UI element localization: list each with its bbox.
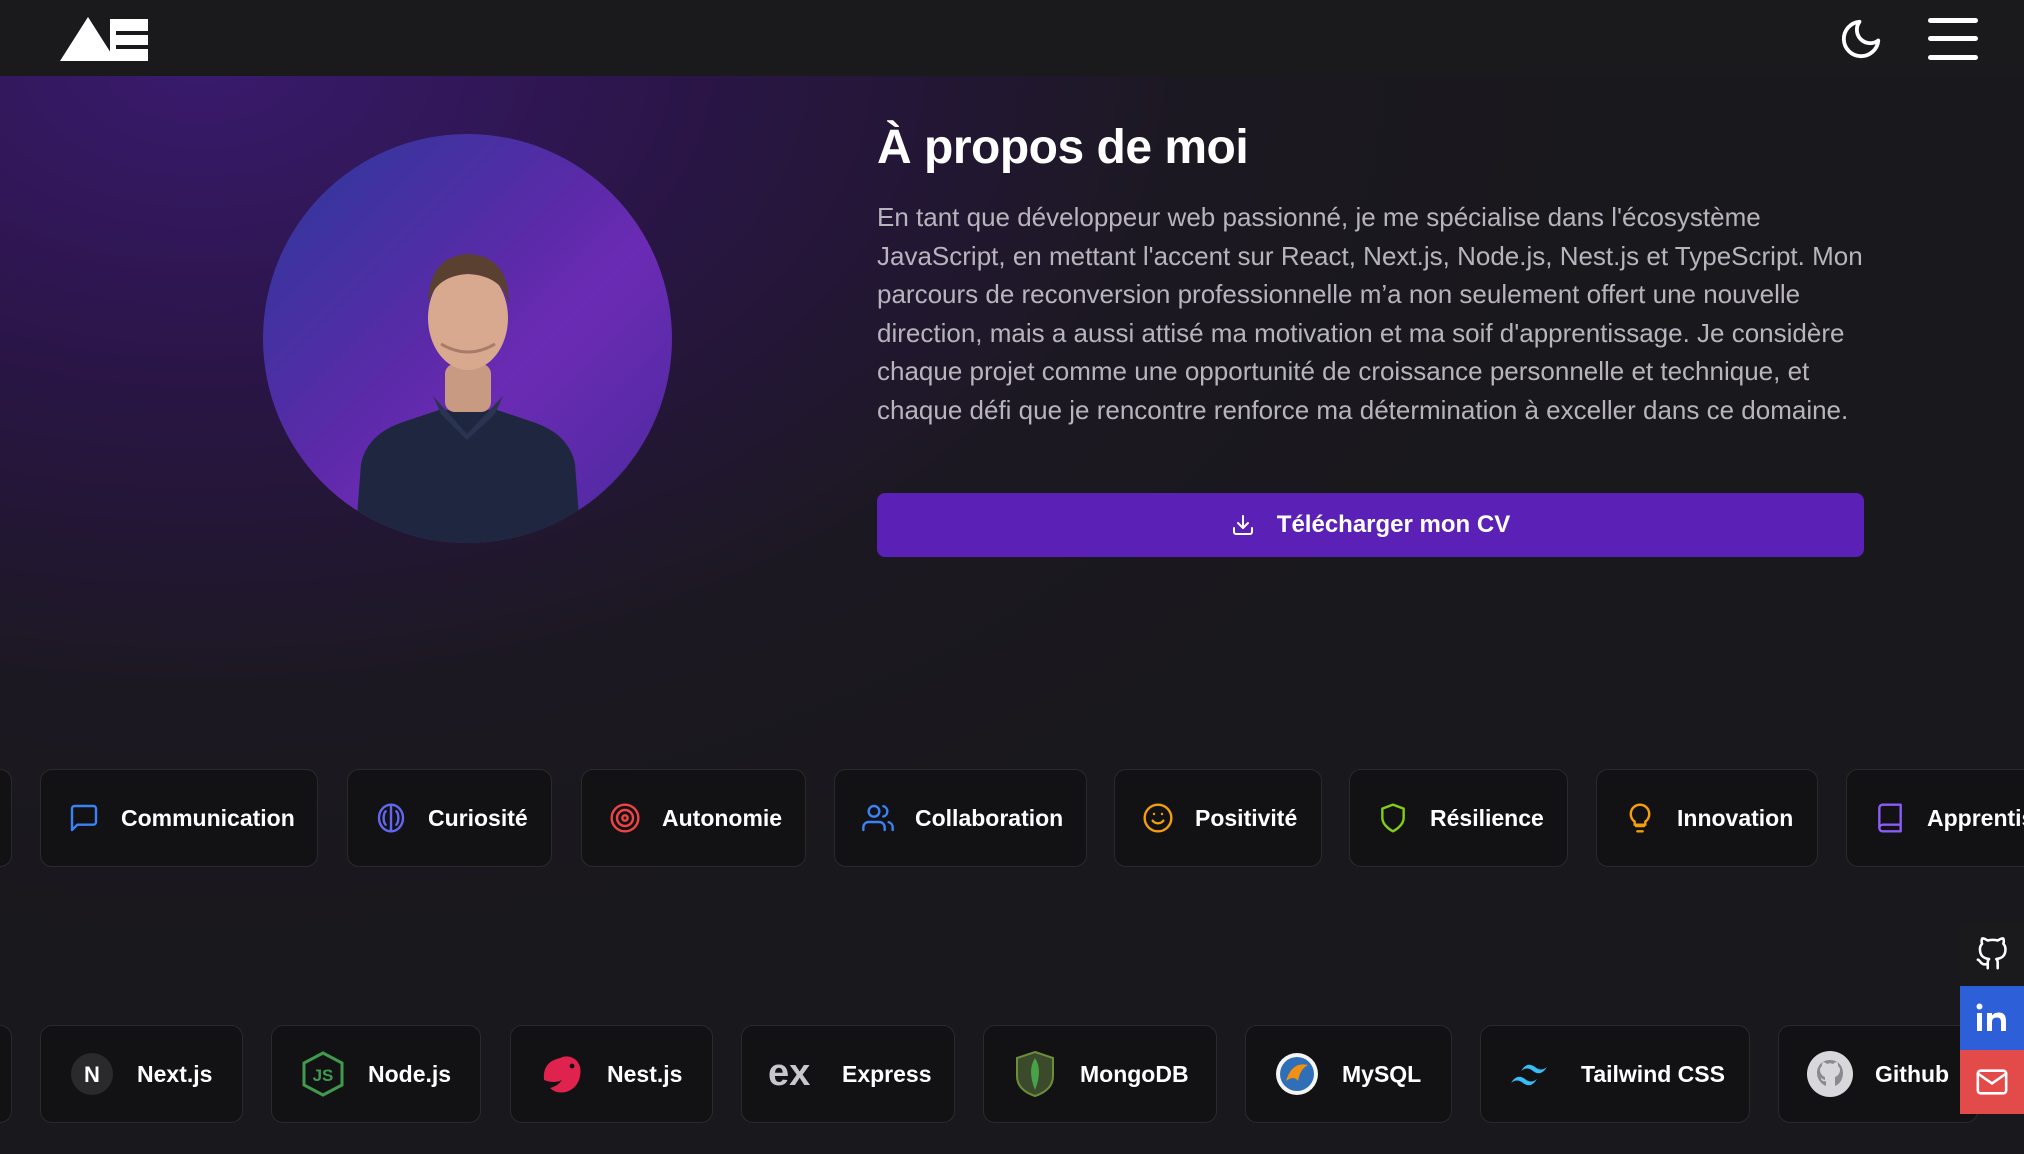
tech-label: Next.js [137, 1060, 213, 1087]
svg-text:N: N [84, 1062, 100, 1087]
tech-label: Node.js [368, 1060, 452, 1087]
social-linkedin-link[interactable] [1960, 986, 2024, 1050]
moon-icon[interactable] [1838, 16, 1884, 62]
skill-label: Collaboration [915, 804, 1064, 831]
tech-card-nodejs: JS Node.js [271, 1025, 481, 1123]
skill-card-autonomie: Autonomie [581, 769, 806, 867]
about-paragraph: En tant que développeur web passionné, j… [877, 202, 1863, 425]
shield-icon [1376, 801, 1410, 835]
tech-card-nestjs: Nest.js [510, 1025, 713, 1123]
skill-card-innovation: Innovation [1596, 769, 1818, 867]
ae-logo-icon[interactable] [60, 17, 150, 61]
tech-label: MySQL [1342, 1060, 1422, 1087]
nestjs-icon [537, 1049, 587, 1099]
message-square-icon [67, 801, 101, 835]
tech-stack-marquee: N Next.js JS Node.js Nest.js ex Express … [0, 1025, 2024, 1125]
tech-card-express: ex Express [741, 1025, 955, 1123]
skill-label: Apprentissage [1927, 804, 2024, 831]
download-cv-button[interactable]: Télécharger mon CV [877, 493, 1864, 557]
soft-skills-marquee: Communication Curiosité Autonomie Collab… [0, 769, 2024, 869]
skill-card-apprentissage: Apprentissage [1846, 769, 2024, 867]
social-github-link[interactable] [1960, 922, 2024, 986]
tech-card-partial-left [0, 1025, 12, 1123]
mongodb-icon [1010, 1049, 1060, 1099]
skill-card-positivite: Positivité [1114, 769, 1322, 867]
skill-card-partial-left [0, 769, 12, 867]
tech-label: Nest.js [607, 1060, 683, 1087]
smile-icon [1141, 801, 1175, 835]
tech-label: Express [842, 1060, 932, 1087]
linkedin-icon [1976, 1003, 2006, 1031]
book-icon [1873, 801, 1907, 835]
mail-icon [1976, 1069, 2008, 1095]
users-icon [861, 801, 895, 835]
skill-label: Communication [121, 804, 295, 831]
github-icon [1805, 1049, 1855, 1099]
tech-card-mongodb: MongoDB [983, 1025, 1217, 1123]
svg-text:JS: JS [313, 1066, 334, 1085]
tech-label: Github [1875, 1060, 1950, 1087]
lightbulb-icon [1623, 801, 1657, 835]
tech-card-tailwind: Tailwind CSS [1480, 1025, 1750, 1123]
hamburger-menu-icon[interactable] [1928, 18, 1978, 60]
github-icon [1976, 937, 2007, 970]
brain-icon [374, 801, 408, 835]
target-icon [608, 801, 642, 835]
nodejs-icon: JS [298, 1049, 348, 1099]
about-title: À propos de moi [877, 121, 1249, 174]
skill-card-resilience: Résilience [1349, 769, 1568, 867]
tech-label: MongoDB [1080, 1060, 1189, 1087]
skill-card-curiosite: Curiosité [347, 769, 552, 867]
social-mail-link[interactable] [1960, 1050, 2024, 1114]
tailwind-icon [1507, 1049, 1561, 1099]
svg-text:ex: ex [768, 1054, 810, 1094]
skill-label: Curiosité [428, 804, 528, 831]
download-icon [1232, 515, 1253, 535]
tech-label: Tailwind CSS [1581, 1060, 1725, 1087]
nextjs-icon: N [67, 1049, 117, 1099]
top-navbar [0, 0, 2024, 76]
skill-label: Résilience [1430, 804, 1544, 831]
profile-photo [263, 134, 672, 543]
skill-card-collaboration: Collaboration [834, 769, 1087, 867]
express-icon: ex [768, 1049, 822, 1099]
tech-card-nextjs: N Next.js [40, 1025, 243, 1123]
skill-label: Positivité [1195, 804, 1298, 831]
skill-label: Autonomie [662, 804, 783, 831]
download-cv-label: Télécharger mon CV [1276, 511, 1511, 538]
tech-card-mysql: MySQL [1245, 1025, 1452, 1123]
skill-card-communication: Communication [40, 769, 318, 867]
skill-label: Innovation [1677, 804, 1794, 831]
mysql-icon [1272, 1049, 1322, 1099]
tech-card-github: Github [1778, 1025, 1978, 1123]
